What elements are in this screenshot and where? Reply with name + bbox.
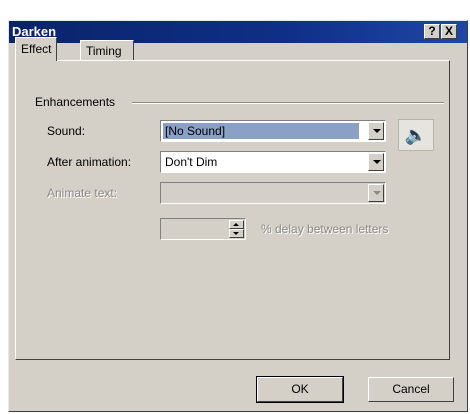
spin-up-icon[interactable]	[229, 220, 244, 229]
after-animation-label: After animation:	[47, 155, 132, 169]
after-animation-value: Don't Dim	[165, 155, 218, 169]
cancel-button[interactable]: Cancel	[368, 377, 454, 402]
tab-timing[interactable]: Timing	[80, 40, 134, 60]
speaker-icon: 🔈	[404, 125, 428, 145]
sound-label: Sound:	[47, 124, 86, 138]
close-button[interactable]: X	[441, 24, 457, 39]
chevron-down-icon[interactable]	[368, 184, 384, 202]
spinner-buttons	[229, 220, 244, 238]
sound-value: [No Sound]	[163, 123, 359, 139]
chevron-down-icon[interactable]	[368, 153, 384, 171]
delay-spinner[interactable]	[160, 218, 246, 240]
ok-button[interactable]: OK	[256, 376, 344, 403]
title-bar[interactable]: Darken	[9, 21, 467, 43]
help-button[interactable]: ?	[424, 24, 440, 39]
animate-text-dropdown[interactable]	[160, 182, 386, 204]
tab-effect[interactable]: Effect	[15, 37, 58, 61]
sound-dropdown[interactable]: [No Sound]	[160, 120, 386, 142]
spin-down-icon[interactable]	[229, 229, 244, 238]
enhancements-group-label: Enhancements	[35, 95, 116, 109]
animate-text-label: Animate text:	[47, 186, 118, 200]
delay-between-letters-label: % delay between letters	[261, 222, 389, 236]
group-divider	[132, 102, 444, 104]
after-animation-dropdown[interactable]: Don't Dim	[160, 151, 386, 173]
chevron-down-icon[interactable]	[368, 122, 384, 140]
sound-preview-button[interactable]: 🔈	[398, 119, 434, 151]
animate-text-value	[163, 185, 167, 187]
